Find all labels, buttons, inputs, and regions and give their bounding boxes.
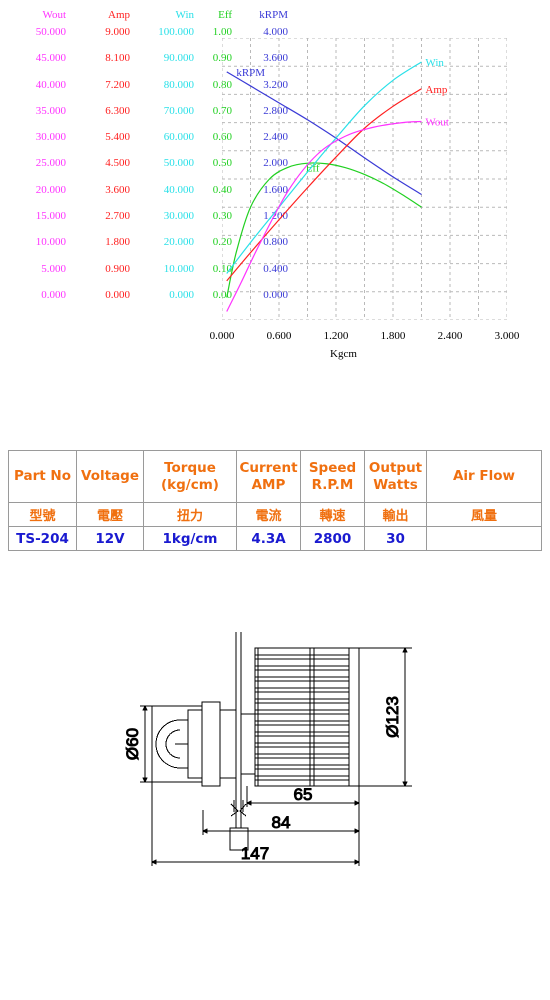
header-line-2: (kg/cm) bbox=[161, 476, 219, 493]
technical-drawing: Ø60 Ø123 65 84 147 bbox=[0, 610, 550, 910]
plot-area: kRPM Eff Win Amp Wout bbox=[222, 38, 507, 320]
table-row-header-en: Part No Voltage Torque (kg/cm) Current A… bbox=[8, 450, 542, 503]
header-line-2: Watts bbox=[373, 476, 418, 493]
table-header-cn-speed: 轉速 bbox=[300, 502, 365, 527]
header-line-2: AMP bbox=[251, 476, 286, 493]
header-line-1: Part No bbox=[13, 468, 72, 485]
dimension-label-overall-length: 147 bbox=[241, 844, 269, 863]
axis-tick: 0.000 bbox=[105, 288, 130, 301]
dimension-label-motor-diameter: Ø60 bbox=[123, 728, 142, 760]
table-header-torque: Torque (kg/cm) bbox=[143, 450, 237, 503]
axis-tick: 25.000 bbox=[35, 157, 66, 170]
table-cell-voltage: 12V bbox=[76, 526, 144, 551]
axis-tick: 5.000 bbox=[41, 262, 66, 275]
performance-chart: Wout 50.000 45.000 40.000 35.000 30.000 … bbox=[0, 0, 550, 380]
dimension-label-impeller-width: 65 bbox=[294, 785, 313, 804]
axis-title-krpm: kRPM bbox=[259, 9, 288, 21]
table-row-values: TS-204 12V 1kg/cm 4.3A 2800 30 bbox=[8, 526, 542, 551]
header-line-1: Air Flow bbox=[452, 468, 516, 485]
table-row-header-cn: 型號 電壓 扭力 電流 轉速 輸出 風量 bbox=[8, 502, 542, 527]
header-line-1: Torque bbox=[164, 459, 216, 476]
table-header-air-flow: Air Flow bbox=[426, 450, 542, 503]
table-header-cn-torque: 扭力 bbox=[143, 502, 237, 527]
header-line-1: Speed bbox=[308, 459, 357, 476]
axis-tick: 0.000 bbox=[41, 288, 66, 301]
table-cell-part-no: TS-204 bbox=[8, 526, 77, 551]
x-tick-label: 2.400 bbox=[437, 330, 463, 342]
axis-tick: 30.000 bbox=[35, 131, 66, 144]
drawing-svg: Ø60 Ø123 65 84 147 bbox=[123, 632, 412, 866]
table-cell-current: 4.3A bbox=[236, 526, 301, 551]
table-cell-speed: 2800 bbox=[300, 526, 365, 551]
plot-svg: kRPMEffWinAmpWout bbox=[222, 38, 507, 320]
header-line-1: Current bbox=[239, 459, 298, 476]
axis-tick: 3.600 bbox=[105, 183, 130, 196]
axis-tick: 2.700 bbox=[105, 210, 130, 223]
axis-column-wout: Wout 50.000 45.000 40.000 35.000 30.000 … bbox=[6, 10, 66, 316]
series-label-krpm: kRPM bbox=[236, 67, 265, 79]
axis-tick: 50.000 bbox=[35, 26, 66, 38]
series-line-krpm bbox=[226, 71, 422, 196]
x-tick-label: 1.200 bbox=[323, 330, 349, 342]
axis-tick: 40.000 bbox=[35, 78, 66, 91]
table-header-cn-current: 電流 bbox=[236, 502, 301, 527]
axis-tick: 7.200 bbox=[105, 78, 130, 91]
table-header-output: Output Watts bbox=[364, 450, 427, 503]
lead-wire bbox=[229, 800, 249, 851]
series-label-win: Win bbox=[425, 57, 444, 69]
table-header-cn-output: 輸出 bbox=[364, 502, 427, 527]
axis-tick: 1.800 bbox=[105, 236, 130, 249]
x-tick-label: 0.000 bbox=[209, 330, 235, 342]
dimension-label-impeller-diameter: Ø123 bbox=[383, 696, 402, 738]
series-line-wout bbox=[226, 120, 422, 312]
table-header-part-no: Part No bbox=[8, 450, 77, 503]
table-header-voltage: Voltage bbox=[76, 450, 144, 503]
series-label-wout: Wout bbox=[425, 116, 449, 128]
axis-column-amp: Amp 9.000 8.100 7.200 6.300 5.400 4.500 … bbox=[72, 10, 130, 316]
axis-tick: 45.000 bbox=[35, 52, 66, 65]
axis-tick: 20.000 bbox=[35, 183, 66, 196]
axis-tick: 6.300 bbox=[105, 104, 130, 117]
x-tick-label: 1.800 bbox=[380, 330, 406, 342]
table-header-speed: Speed R.P.M bbox=[300, 450, 365, 503]
specification-table: Part No Voltage Torque (kg/cm) Current A… bbox=[8, 450, 542, 551]
axis-tick: 5.400 bbox=[105, 131, 130, 144]
dimension-label-body-length: 84 bbox=[272, 813, 291, 832]
axis-tick: 10.000 bbox=[35, 236, 66, 249]
mounting-plate bbox=[235, 632, 242, 822]
table-header-cn-part-no: 型號 bbox=[8, 502, 77, 527]
axis-tick: 35.000 bbox=[35, 104, 66, 117]
table-header-cn-air-flow: 風量 bbox=[426, 502, 542, 527]
series-line-win bbox=[226, 61, 422, 274]
table-cell-air-flow bbox=[426, 526, 542, 551]
table-header-current: Current AMP bbox=[236, 450, 301, 503]
axis-title-wout: Wout bbox=[42, 9, 66, 21]
table-header-cn-voltage: 電壓 bbox=[76, 502, 144, 527]
table-cell-output: 30 bbox=[364, 526, 427, 551]
axis-tick: 0.900 bbox=[105, 262, 130, 275]
impeller bbox=[254, 647, 360, 787]
series-label-amp: Amp bbox=[425, 84, 448, 96]
axis-tick: 4.500 bbox=[105, 157, 130, 170]
axis-title-amp: Amp bbox=[108, 9, 130, 21]
series-line-eff bbox=[226, 162, 422, 298]
table-cell-torque: 1kg/cm bbox=[143, 526, 237, 551]
x-tick-label: 0.600 bbox=[266, 330, 292, 342]
header-line-2: R.P.M bbox=[311, 476, 354, 493]
x-tick-label: 3.000 bbox=[494, 330, 520, 342]
x-axis-title: Kgcm bbox=[330, 348, 357, 360]
axis-tick: 15.000 bbox=[35, 210, 66, 223]
axis-tick: 9.000 bbox=[105, 26, 130, 38]
header-line-1: Output bbox=[368, 459, 423, 476]
header-line-1: Voltage bbox=[81, 468, 139, 485]
axis-tick: 8.100 bbox=[105, 52, 130, 65]
motor-body bbox=[151, 701, 256, 787]
